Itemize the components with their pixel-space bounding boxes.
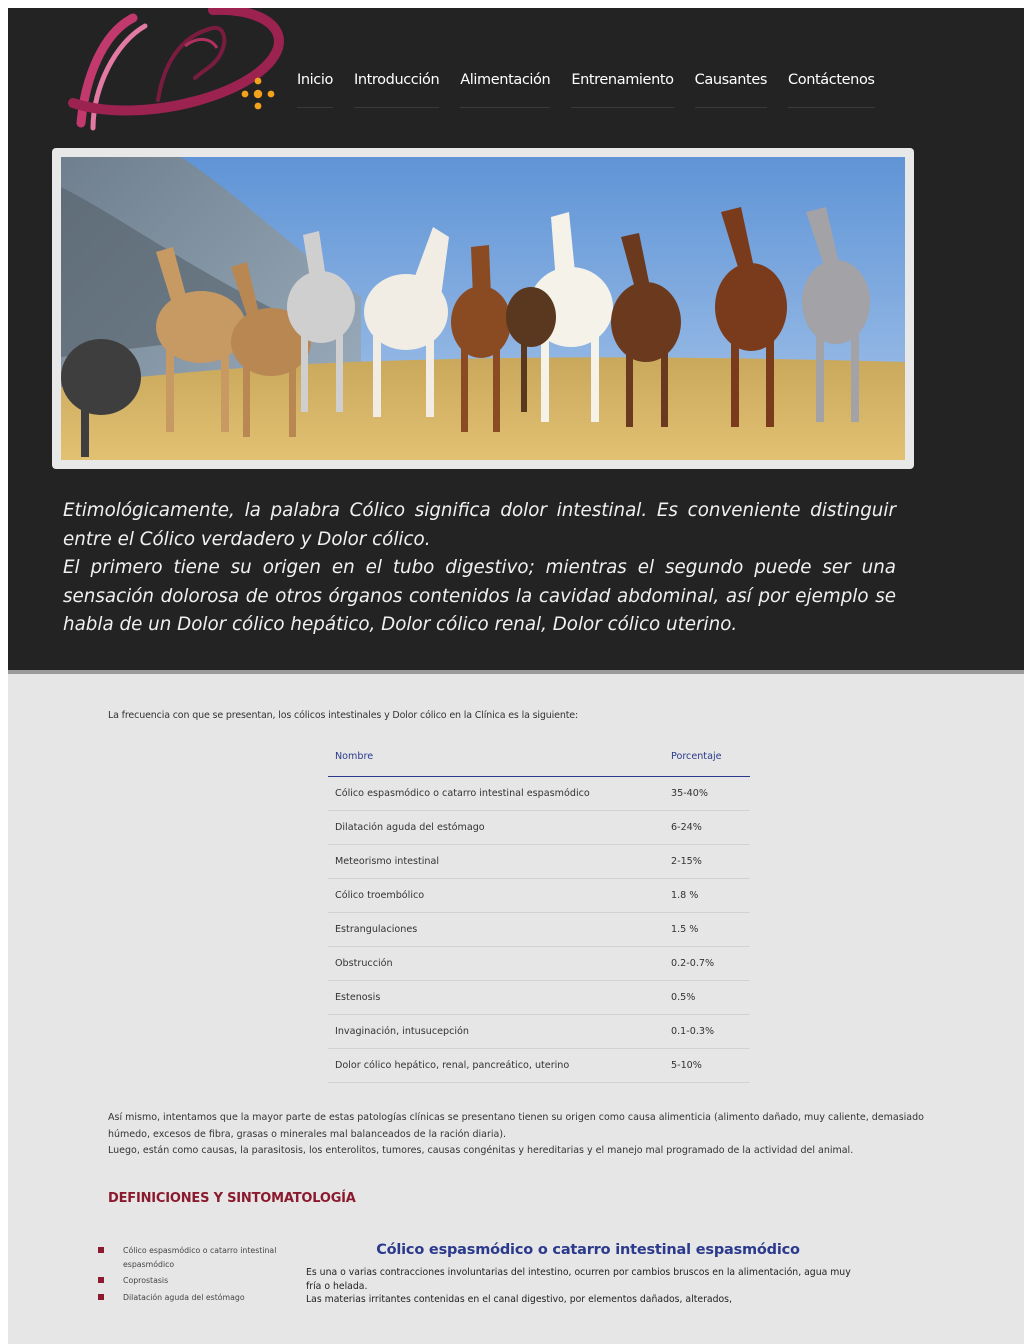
list-item[interactable]: Coprostasis xyxy=(98,1274,288,1288)
nav-entrenamiento[interactable]: Entrenamiento xyxy=(571,72,674,108)
table-row: Cólico troembólico 1.8 % xyxy=(328,878,750,913)
nav-causantes[interactable]: Causantes xyxy=(694,72,767,108)
cell-name: Cólico troembólico xyxy=(328,878,664,913)
hero-frame xyxy=(52,148,914,469)
cell-name: Obstrucción xyxy=(328,946,664,981)
definition-line-1: Es una o varias contracciones involuntar… xyxy=(306,1267,851,1292)
bullet-icon xyxy=(98,1277,104,1283)
causes-line-1: Así mismo, intentamos que la mayor parte… xyxy=(108,1112,924,1140)
frequency-lead: La frecuencia con que se presentan, los … xyxy=(108,710,579,721)
bullet-icon xyxy=(98,1247,104,1253)
nav-introduccion[interactable]: Introducción xyxy=(353,72,440,108)
table-header-row: Nombre Porcentaje xyxy=(328,738,750,777)
horse-logo-icon[interactable] xyxy=(63,8,288,138)
list-item[interactable]: Dilatación aguda del estómago xyxy=(98,1291,288,1305)
cell-name: Dilatación aguda del estómago xyxy=(328,810,664,845)
horses-photo xyxy=(61,157,905,460)
frequency-table: Nombre Porcentaje Cólico espasmódico o c… xyxy=(328,738,750,1083)
list-item-label: Coprostasis xyxy=(123,1276,169,1285)
cell-percent: 1.5 % xyxy=(664,912,750,947)
main-content: La frecuencia con que se presentan, los … xyxy=(8,674,1024,1344)
cell-percent: 35-40% xyxy=(664,776,750,811)
table-row: Obstrucción 0.2-0.7% xyxy=(328,946,750,981)
cell-name: Dolor cólico hepático, renal, pancreátic… xyxy=(328,1048,664,1083)
table-row: Estenosis 0.5% xyxy=(328,980,750,1015)
list-item-label: Dilatación aguda del estómago xyxy=(123,1292,245,1302)
column-header-name: Nombre xyxy=(328,738,664,777)
table-row: Invaginación, intusucepción 0.1-0.3% xyxy=(328,1014,750,1049)
definition-title: Cólico espasmódico o catarro intestinal … xyxy=(376,1242,800,1258)
intro-paragraph-1: Etimológicamente, la palabra Cólico sign… xyxy=(63,500,896,550)
table-row: Dolor cólico hepático, renal, pancreátic… xyxy=(328,1048,750,1083)
cell-percent: 0.5% xyxy=(664,980,750,1015)
intro-text: Etimológicamente, la palabra Cólico sign… xyxy=(63,497,896,640)
causes-paragraph: Así mismo, intentamos que la mayor parte… xyxy=(108,1110,968,1160)
cell-percent: 0.2-0.7% xyxy=(664,946,750,981)
cell-name: Estenosis xyxy=(328,980,664,1015)
column-header-percent: Porcentaje xyxy=(664,738,750,777)
table-row: Meteorismo intestinal 2-15% xyxy=(328,844,750,879)
site-header: Inicio Introducción Alimentación Entrena… xyxy=(8,8,1024,670)
cell-name: Meteorismo intestinal xyxy=(328,844,664,879)
cell-name: Invaginación, intusucepción xyxy=(328,1014,664,1049)
list-item-label: Cólico espasmódico o catarro intestinal … xyxy=(123,1246,277,1269)
bullet-icon xyxy=(98,1293,104,1300)
table-row: Estrangulaciones 1.5 % xyxy=(328,912,750,947)
cell-name: Estrangulaciones xyxy=(328,912,664,947)
cell-percent: 1.8 % xyxy=(664,878,750,913)
cell-percent: 2-15% xyxy=(664,844,750,879)
definitions-list: Cólico espasmódico o catarro intestinal … xyxy=(98,1244,288,1307)
definition-text: Es una o varias contracciones involuntar… xyxy=(306,1266,866,1307)
main-nav: Inicio Introducción Alimentación Entrena… xyxy=(297,72,896,108)
cell-name: Cólico espasmódico o catarro intestinal … xyxy=(328,776,664,811)
section-title: DEFINICIONES Y SINTOMATOLOGÍA xyxy=(108,1191,356,1206)
nav-alimentacion[interactable]: Alimentación xyxy=(460,72,551,108)
cell-percent: 0.1-0.3% xyxy=(664,1014,750,1049)
definition-line-2: Las materias irritantes contenidas en el… xyxy=(306,1294,732,1305)
cell-percent: 5-10% xyxy=(664,1048,750,1083)
table-row: Cólico espasmódico o catarro intestinal … xyxy=(328,776,750,811)
intro-paragraph-2: El primero tiene su origen en el tubo di… xyxy=(63,557,896,635)
nav-inicio[interactable]: Inicio xyxy=(297,72,333,108)
nav-contactenos[interactable]: Contáctenos xyxy=(788,72,875,108)
page: Inicio Introducción Alimentación Entrena… xyxy=(8,8,1024,1344)
table-row: Dilatación aguda del estómago 6-24% xyxy=(328,810,750,845)
causes-line-2: Luego, están como causas, la parasitosis… xyxy=(108,1145,854,1156)
cell-percent: 6-24% xyxy=(664,810,750,845)
list-item[interactable]: Cólico espasmódico o catarro intestinal … xyxy=(98,1244,288,1271)
